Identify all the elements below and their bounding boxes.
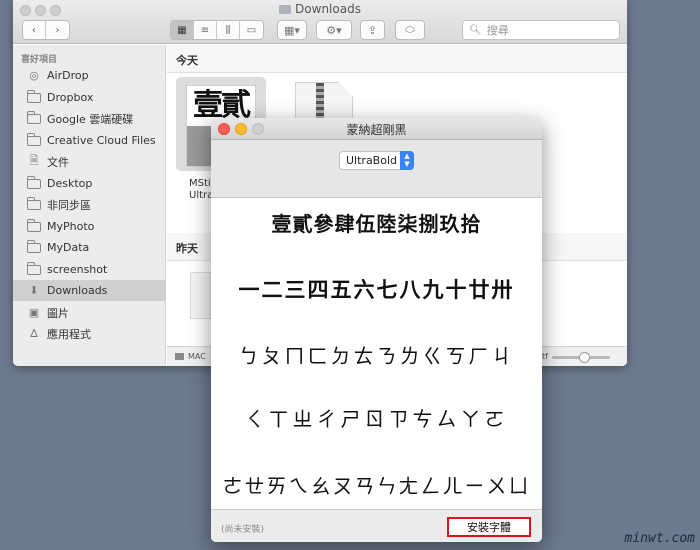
- folder-icon: [27, 132, 41, 147]
- folder-icon: [27, 110, 41, 125]
- slider-knob[interactable]: [579, 352, 590, 363]
- gear-icon: ⚙▾: [326, 23, 342, 37]
- view-mode-control: ▦ ≡ ⫼ ▭: [170, 20, 264, 40]
- action-button[interactable]: ⚙▾: [316, 20, 352, 40]
- sidebar-item-airdrop[interactable]: ◎ AirDrop: [13, 65, 166, 86]
- finder-toolbar: Downloads ‹ › ▦ ≡ ⫼ ▭ ▦▾ ⚙▾ ⇪ ⬭ 🔍︎ 搜尋: [13, 0, 627, 44]
- forward-button[interactable]: ›: [46, 21, 69, 39]
- sample-line-5: ㄜㄝㄞㄟㄠㄡㄢㄣㄤㄥㄦㄧㄨㄩ: [222, 474, 531, 498]
- sidebar-item-screenshot[interactable]: screenshot: [13, 259, 166, 280]
- sidebar-item-creative-cloud[interactable]: Creative Cloud Files: [13, 130, 166, 151]
- search-field[interactable]: 🔍︎ 搜尋: [462, 20, 620, 40]
- font-preview-window: 蒙納超剛黑 UltraBold ▲ ▼ 壹貳參肆伍陸柒捌玖拾 一二三四五六七八九十…: [211, 118, 542, 542]
- folder-icon: [27, 239, 41, 254]
- font-style-select[interactable]: UltraBold ▲ ▼: [339, 151, 414, 170]
- sidebar-item-myphoto[interactable]: MyPhoto: [13, 216, 166, 237]
- style-selector-area: UltraBold ▲ ▼: [211, 140, 542, 198]
- sidebar-item-google-drive[interactable]: Google 雲端硬碟: [13, 108, 166, 129]
- window-title: Downloads: [13, 2, 627, 16]
- font-file-name: MSti Ultra: [189, 178, 214, 201]
- install-font-button[interactable]: 安裝字體: [447, 517, 531, 537]
- sidebar-item-async[interactable]: 非同步區: [13, 194, 166, 215]
- tag-button[interactable]: ⬭: [395, 20, 425, 40]
- tag-icon: ⬭: [405, 23, 415, 36]
- folder-icon: [27, 218, 41, 233]
- stepper-arrows-icon: ▲ ▼: [400, 151, 414, 170]
- back-button[interactable]: ‹: [23, 21, 46, 39]
- path-bar-file: tf: [542, 352, 548, 361]
- sidebar-item-dropbox[interactable]: Dropbox: [13, 87, 166, 108]
- icon-size-slider[interactable]: [552, 352, 610, 363]
- sample-line-2: 一二三四五六七八九十廿卅: [238, 278, 515, 302]
- grid-icon: ▦▾: [284, 23, 300, 37]
- sample-line-1: 壹貳參肆伍陸柒捌玖拾: [271, 212, 482, 236]
- folder-icon: [27, 89, 41, 104]
- folder-icon: [27, 175, 41, 190]
- share-icon: ⇪: [367, 23, 378, 37]
- folder-icon: [279, 5, 292, 14]
- camera-icon: ▣: [28, 306, 40, 319]
- install-status: (尚未安裝): [221, 525, 265, 535]
- sample-line-4: ㄑㄒㄓㄔㄕㄖㄗㄘㄙㄚㄛ: [244, 407, 509, 431]
- share-button[interactable]: ⇪: [360, 20, 385, 40]
- hard-drive-icon: [175, 353, 184, 360]
- sidebar-item-applications[interactable]: ∆ 應用程式: [13, 323, 166, 344]
- back-forward-control: ‹ ›: [22, 20, 70, 40]
- airdrop-icon: ◎: [29, 69, 39, 82]
- sidebar-item-desktop[interactable]: Desktop: [13, 173, 166, 194]
- folder-icon: [27, 261, 41, 276]
- icon-view-button[interactable]: ▦: [171, 21, 194, 39]
- search-icon: 🔍︎: [469, 24, 482, 36]
- sample-line-3: ㄅㄆㄇㄈㄉㄊㄋㄌㄍㄎㄏㄐ: [238, 344, 515, 368]
- column-view-button[interactable]: ⫼: [217, 21, 240, 39]
- sidebar-section-favorites: 喜好項目: [21, 55, 58, 65]
- applications-icon: ∆: [30, 327, 38, 340]
- sidebar: 喜好項目 ◎ AirDrop Dropbox Google 雲端硬碟 Creat…: [13, 45, 166, 366]
- font-window-footer: (尚未安裝) 安裝字體: [211, 509, 542, 542]
- sidebar-item-downloads[interactable]: ⬇ Downloads: [13, 280, 166, 301]
- sidebar-item-pictures[interactable]: ▣ 圖片: [13, 302, 166, 323]
- font-window-titlebar: 蒙納超剛黑: [211, 118, 542, 140]
- watermark: minwt.com: [624, 531, 695, 546]
- folder-icon: [27, 196, 41, 211]
- sidebar-item-documents[interactable]: 🗎︎ 文件: [13, 151, 166, 172]
- download-icon: ⬇: [29, 284, 39, 297]
- sidebar-item-mydata[interactable]: MyData: [13, 237, 166, 258]
- document-icon: 🗎︎: [29, 154, 39, 167]
- path-bar-disk[interactable]: MAC: [175, 352, 206, 361]
- font-window-title: 蒙納超剛黑: [346, 123, 407, 137]
- section-today: 今天: [167, 45, 627, 73]
- gallery-view-button[interactable]: ▭: [240, 21, 263, 39]
- group-button[interactable]: ▦▾: [277, 20, 307, 40]
- list-view-button[interactable]: ≡: [194, 21, 217, 39]
